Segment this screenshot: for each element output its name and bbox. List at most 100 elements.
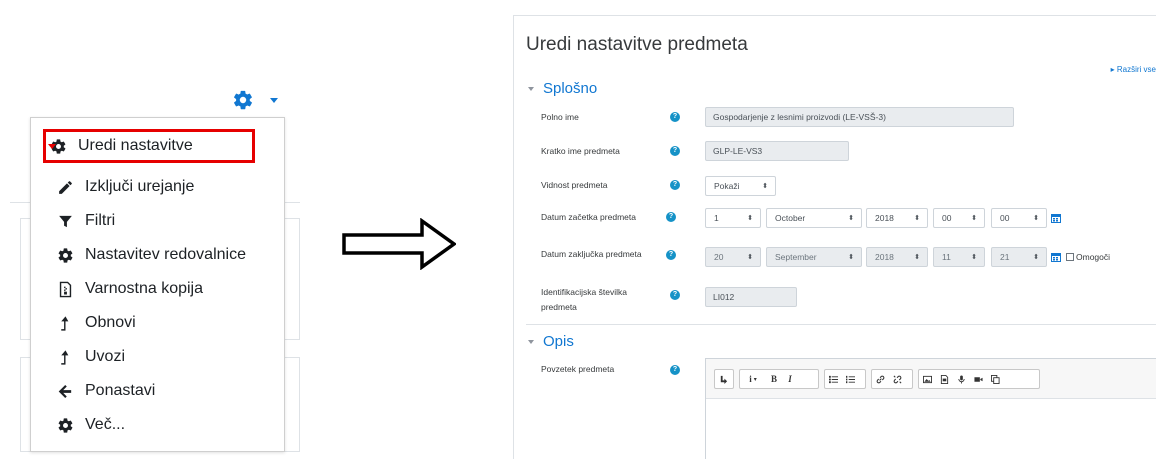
link-button[interactable] — [872, 370, 889, 388]
menu-item-reset[interactable]: Ponastavi — [31, 374, 284, 408]
summary-editor: i ▾ B I — [705, 358, 1156, 459]
menu-item-gradebook-setup[interactable]: Nastavitev redovalnice — [31, 238, 284, 272]
shortname-field[interactable]: GLP-LE-VS3 — [705, 141, 849, 161]
visibility-select[interactable]: Pokaži ⬍ — [705, 176, 776, 196]
toolbar-group: i ▾ B I — [739, 369, 819, 389]
enddate-minute-value: 21 — [1000, 252, 1010, 262]
section-description-toggle[interactable]: Opis — [528, 333, 574, 350]
upload-arrow-icon — [55, 313, 75, 333]
enddate-year-value: 2018 — [875, 252, 894, 262]
menu-item-restore[interactable]: Obnovi — [31, 306, 284, 340]
record-video-button[interactable] — [970, 370, 987, 388]
idnumber-label-line1: Identifikacijska številka — [541, 287, 627, 297]
startdate-label: Datum začetka predmeta — [541, 212, 636, 222]
menu-item-label: Ponastavi — [85, 382, 156, 399]
enddate-enable: Omogoči — [1066, 252, 1110, 262]
idnumber-field[interactable]: LI012 — [705, 287, 797, 307]
help-icon[interactable]: ? — [670, 146, 680, 156]
editor-toolbar: i ▾ B I — [706, 359, 1156, 399]
enddate-hour-select[interactable]: 11 ⬍ — [933, 247, 985, 267]
toolbar-group — [871, 369, 913, 389]
enddate-month-select[interactable]: September ⬍ — [766, 247, 862, 267]
enddate-label: Datum zaključka predmeta — [541, 249, 642, 259]
fullname-label: Polno ime — [541, 112, 579, 122]
copy-files-icon — [991, 374, 1000, 384]
enddate-day-select[interactable]: 20 ⬍ — [705, 247, 761, 267]
info-style-button[interactable]: i ▾ — [740, 370, 766, 388]
enddate-year-select[interactable]: 2018 ⬍ — [866, 247, 928, 267]
pencil-icon — [55, 177, 75, 197]
caret-down-icon — [48, 144, 56, 149]
video-camera-icon — [974, 376, 983, 382]
menu-item-filters[interactable]: Filtri — [31, 204, 284, 238]
enddate-day-value: 20 — [714, 252, 724, 262]
ordered-list-button[interactable] — [842, 370, 859, 388]
calendar-icon[interactable] — [1051, 213, 1061, 223]
expand-all-link[interactable]: Razširi vse — [1111, 65, 1156, 74]
arrow-right-icon — [342, 218, 456, 270]
help-icon[interactable]: ? — [670, 290, 680, 300]
menu-item-label: Izključi urejanje — [85, 178, 195, 195]
select-arrows-icon: ⬍ — [848, 215, 854, 222]
startdate-month-select[interactable]: October ⬍ — [766, 208, 862, 228]
collapse-toolbar-button[interactable] — [715, 370, 732, 388]
course-actions-toggle[interactable] — [232, 87, 292, 113]
help-icon[interactable]: ? — [670, 365, 680, 375]
startdate-day-select[interactable]: 1 ⬍ — [705, 208, 761, 228]
startdate-day-value: 1 — [714, 213, 719, 223]
menu-item-label: Uvozi — [85, 348, 126, 365]
menu-item-label: Varnostna kopija — [85, 280, 203, 297]
startdate-year-select[interactable]: 2018 ⬍ — [866, 208, 928, 228]
summary-label: Povzetek predmeta — [541, 364, 615, 374]
enddate-minute-select[interactable]: 21 ⬍ — [991, 247, 1047, 267]
filter-icon — [55, 211, 75, 231]
unlink-button[interactable] — [889, 370, 906, 388]
menu-item-label: Uredi nastavitve — [78, 137, 193, 154]
record-audio-button[interactable] — [953, 370, 970, 388]
menu-item-backup[interactable]: Varnostna kopija — [31, 272, 284, 306]
fullname-field[interactable]: Gospodarjenje z lesnimi proizvodi (LE-VS… — [705, 107, 1014, 127]
select-arrows-icon: ⬍ — [762, 183, 768, 190]
select-arrows-icon: ⬍ — [971, 254, 977, 261]
bold-label: B — [770, 374, 777, 384]
menu-item-import[interactable]: Uvozi — [31, 340, 284, 374]
calendar-icon[interactable] — [1051, 252, 1061, 262]
help-icon[interactable]: ? — [670, 180, 680, 190]
menu-item-edit-settings[interactable]: Uredi nastavitve — [43, 129, 255, 163]
select-arrows-icon: ⬍ — [914, 215, 920, 222]
list-ol-icon — [846, 375, 855, 383]
bold-button[interactable]: B — [766, 370, 782, 388]
menu-item-more[interactable]: Več... — [31, 408, 284, 442]
unlink-icon — [893, 375, 902, 383]
select-arrows-icon: ⬍ — [848, 254, 854, 261]
gear-icon — [55, 245, 75, 265]
backup-file-icon — [55, 279, 75, 299]
arrow-left-icon — [55, 381, 75, 401]
help-icon[interactable]: ? — [670, 112, 680, 122]
help-icon[interactable]: ? — [666, 212, 676, 222]
startdate-hour-select[interactable]: 00 ⬍ — [933, 208, 985, 228]
summary-editor-content[interactable] — [706, 399, 1156, 459]
insert-image-button[interactable] — [919, 370, 936, 388]
visibility-value: Pokaži — [714, 181, 740, 191]
link-icon — [876, 375, 885, 383]
visibility-label: Vidnost predmeta — [541, 180, 608, 190]
chevron-down-icon: ▾ — [753, 376, 757, 383]
toolbar-group — [918, 369, 1040, 389]
menu-item-turn-editing-off[interactable]: Izključi urejanje — [31, 170, 284, 204]
help-icon[interactable]: ? — [666, 250, 676, 260]
enddate-hour-value: 11 — [942, 252, 951, 262]
idnumber-label-line2: predmeta — [541, 302, 577, 312]
section-general-title: Splošno — [543, 80, 598, 97]
startdate-minute-select[interactable]: 00 ⬍ — [991, 208, 1047, 228]
enddate-enable-checkbox[interactable] — [1066, 253, 1074, 261]
italic-button[interactable]: I — [782, 370, 798, 388]
microphone-icon — [958, 374, 965, 384]
unordered-list-button[interactable] — [825, 370, 842, 388]
startdate-minute-value: 00 — [1000, 213, 1010, 223]
startdate-hour-value: 00 — [942, 213, 952, 223]
insert-media-button[interactable] — [936, 370, 953, 388]
manage-files-button[interactable] — [987, 370, 1004, 388]
gear-icon — [55, 415, 75, 435]
section-general-toggle[interactable]: Splošno — [528, 80, 597, 97]
